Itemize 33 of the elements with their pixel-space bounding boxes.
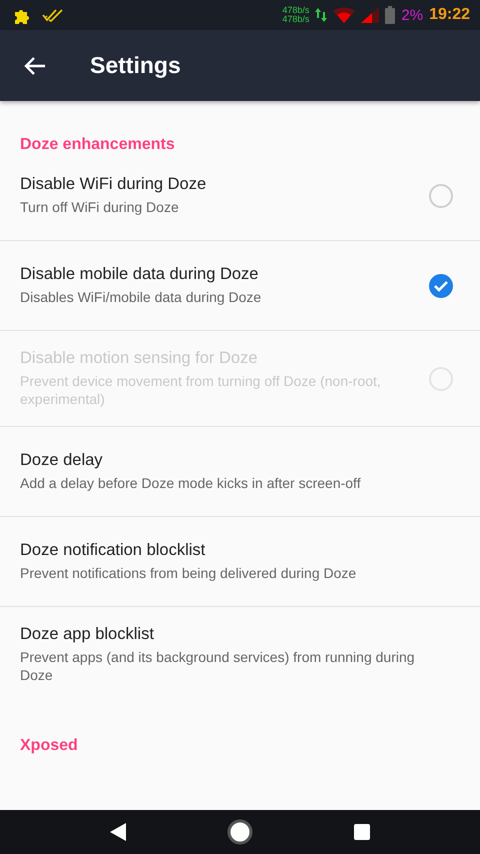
battery-percent: 2% [401,6,424,24]
home-icon[interactable] [226,818,254,846]
preference-item[interactable]: Doze delay Add a delay before Doze mode kicks in after screen-off [0,427,480,517]
preference-item[interactable]: Doze notification blocklist Prevent notifications from being delivered during Doze [0,517,480,607]
category-header: Xposed [19,736,79,752]
data-arrows-icon [315,7,328,23]
screen-title: Settings [90,52,181,79]
wifi-icon [333,7,356,23]
checkbox[interactable] [428,272,454,298]
preference-summary: Prevent notifications from being delivered during Doze [20,564,358,582]
preference-summary: Prevent apps (and its background services) from running during Doze [20,648,416,684]
recents-icon[interactable] [352,823,371,841]
checkbox[interactable] [428,182,454,208]
preference-item[interactable]: Disable WiFi during Doze Turn off WiFi during Doze [0,151,480,241]
preference-title: Doze notification blocklist [20,541,206,560]
preference-summary: Add a delay before Doze mode kicks in after screen-off [20,474,362,492]
battery-icon [385,6,396,24]
preference-item[interactable]: Disable mobile data during Doze Disables WiFi/mobile data during Doze [0,241,480,331]
preference-title: Disable WiFi during Doze [20,175,208,194]
network-speed: 478b/s [282,6,310,15]
preference-title: Doze app blocklist [20,625,155,644]
clock: 19:22 [429,6,470,24]
back-arrow-icon[interactable] [24,56,46,76]
back-icon[interactable] [109,822,128,842]
preference-item[interactable]: Doze app blocklist Prevent apps (and its background services) from running during Doze [0,607,480,702]
preference-title: Disable mobile data during Doze [20,265,260,284]
double-check-icon [42,8,64,22]
category-header: Doze enhancements [19,135,176,151]
signal-icon [361,7,380,23]
preference-title: Doze delay [20,451,104,470]
preference-summary: Turn off WiFi during Doze [20,198,180,216]
preference-summary: Disables WiFi/mobile data during Doze [20,288,262,306]
network-speed: 478b/s [282,15,310,24]
